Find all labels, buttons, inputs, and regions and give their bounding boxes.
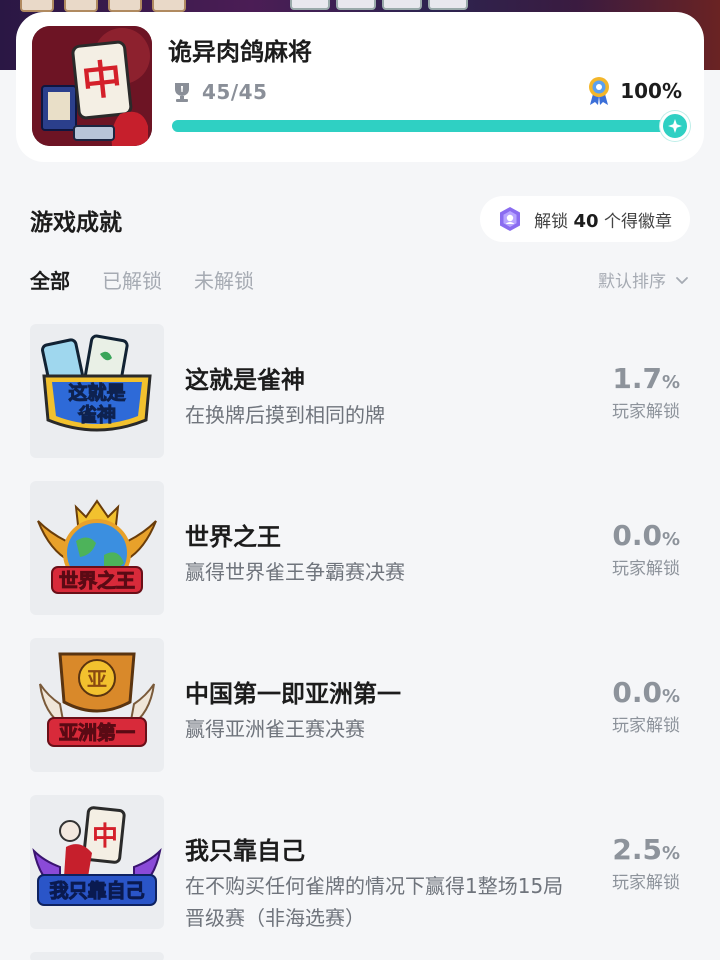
section-title: 游戏成就 — [30, 210, 122, 236]
rate-unit: % — [661, 372, 680, 393]
achievement-rate: 2.5% 玩家解锁 — [612, 833, 680, 893]
achievement-rate: 1.7% 玩家解锁 — [612, 362, 680, 422]
badge-line-1: 这就是 — [68, 381, 125, 404]
game-title: 诡异肉鸽麻将 — [168, 38, 312, 66]
rate-unit: % — [661, 686, 680, 707]
achievement-description: 赢得世界雀王争霸赛决赛 — [185, 560, 405, 584]
achievement-badge-image — [30, 952, 164, 960]
achievement-title: 世界之王 — [185, 523, 281, 551]
medal-icon — [589, 77, 610, 105]
rate-label: 玩家解锁 — [612, 402, 680, 422]
chevron-down-icon — [676, 276, 688, 284]
achievement-rate: 0.0% 玩家解锁 — [612, 519, 680, 579]
sort-dropdown[interactable]: 默认排序 — [598, 267, 690, 292]
achievement-list: 这就是 雀神 这就是雀神 在换牌后摸到相同的牌 1.7% 玩家解锁 世界之王 世… — [0, 324, 720, 960]
achievement-badge-image: 中 我只靠自己 — [30, 795, 164, 929]
achievement-description: 在换牌后摸到相同的牌 — [185, 403, 385, 427]
game-icon[interactable]: 中 — [32, 26, 152, 146]
rate-unit: % — [661, 529, 680, 550]
banner-tiles-center — [290, 0, 468, 10]
rate-value: 0.0 — [612, 676, 662, 709]
badge-top-char: 亚 — [87, 667, 107, 691]
trophy-progress: 45/45 — [172, 80, 267, 104]
icon-tile-char: 中 — [80, 56, 125, 106]
achievement-description: 赢得亚洲雀王赛决赛 — [185, 717, 365, 741]
badge-text: 亚洲第一 — [59, 721, 135, 744]
completion-progress-fill — [172, 120, 680, 132]
rate-value: 0.0 — [612, 519, 662, 552]
unlock-badge-text: 解锁 40 个得徽章 — [534, 207, 672, 232]
achievement-item[interactable]: 中 我只靠自己 我只靠自己 在不购买任何雀牌的情况下赢得1整场15局晋级赛（非海… — [0, 795, 720, 952]
badge-prefix: 解锁 — [534, 211, 569, 232]
rate-label: 玩家解锁 — [612, 559, 680, 579]
completion-percent: 100% — [586, 76, 682, 106]
unlock-badge-pill[interactable]: 解锁 40 个得徽章 — [480, 196, 690, 242]
game-summary-card[interactable]: 中 诡异肉鸽麻将 45/45 100% — [16, 12, 704, 162]
banner-tiles — [20, 0, 186, 12]
badge-line-2: 雀神 — [77, 403, 116, 426]
trophy-icon — [175, 83, 189, 102]
achievement-title: 这就是雀神 — [185, 366, 305, 394]
tab-unlocked[interactable]: 已解锁 — [102, 265, 162, 294]
badge-icon — [500, 207, 521, 231]
achievement-item[interactable]: 亚 亚洲第一 中国第一即亚洲第一 赢得亚洲雀王赛决赛 0.0% 玩家解锁 — [0, 638, 720, 795]
achievement-item[interactable]: 这就是 雀神 这就是雀神 在换牌后摸到相同的牌 1.7% 玩家解锁 — [0, 324, 720, 481]
badge-count: 40 — [573, 210, 599, 232]
badge-suffix: 个得徽章 — [604, 211, 672, 232]
achievement-item-partial[interactable] — [0, 952, 720, 960]
trophy-count: 45/45 — [202, 80, 268, 104]
rate-value: 2.5 — [612, 833, 662, 866]
rate-value: 1.7 — [612, 362, 662, 395]
achievement-badge-image: 这就是 雀神 — [30, 324, 164, 458]
sort-label: 默认排序 — [598, 272, 666, 292]
completion-text: 100% — [620, 79, 682, 103]
achievement-title: 我只靠自己 — [185, 837, 305, 865]
achievement-rate: 0.0% 玩家解锁 — [612, 676, 680, 736]
badge-text: 世界之王 — [59, 569, 135, 592]
rate-unit: % — [661, 843, 680, 864]
achievement-item[interactable]: 世界之王 世界之王 赢得世界雀王争霸赛决赛 0.0% 玩家解锁 — [0, 481, 720, 638]
achievement-title: 中国第一即亚洲第一 — [185, 680, 401, 708]
filter-tabs: 全部 已解锁 未解锁 — [30, 265, 254, 294]
achievement-description: 在不购买任何雀牌的情况下赢得1整场15局晋级赛（非海选赛） — [185, 874, 564, 930]
badge-text: 我只靠自己 — [49, 879, 144, 902]
rate-label: 玩家解锁 — [612, 716, 680, 736]
badge-top-char: 中 — [92, 822, 118, 852]
tab-locked[interactable]: 未解锁 — [194, 265, 254, 294]
progress-star-knob — [660, 111, 690, 141]
tab-all[interactable]: 全部 — [30, 265, 70, 294]
completion-progress-bar — [172, 111, 690, 141]
achievement-badge-image: 亚 亚洲第一 — [30, 638, 164, 772]
star-icon — [668, 119, 682, 133]
rate-label: 玩家解锁 — [612, 873, 680, 893]
achievement-badge-image: 世界之王 — [30, 481, 164, 615]
